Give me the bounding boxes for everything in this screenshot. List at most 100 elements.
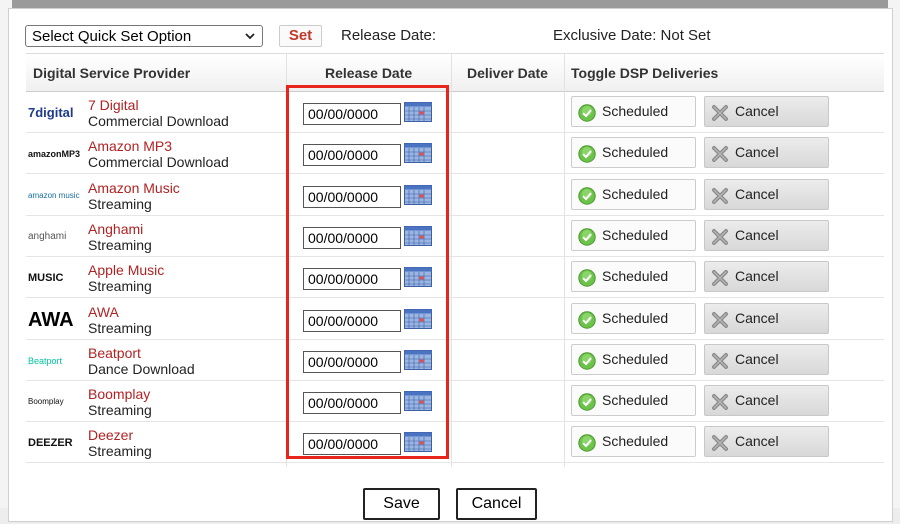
dsp-delivery-dialog: Select Quick Set Option Set Release Date… — [8, 8, 893, 522]
col-header-deliver-date: Deliver Date — [467, 65, 548, 81]
cancel-delivery-label: Cancel — [735, 103, 779, 119]
close-x-icon — [712, 311, 728, 328]
scheduled-label: Scheduled — [602, 309, 669, 326]
provider-type: Streaming — [88, 278, 152, 295]
scheduled-label: Scheduled — [602, 392, 669, 409]
check-circle-icon — [578, 228, 596, 246]
cancel-delivery-button[interactable]: Cancel — [704, 343, 829, 375]
release-date-input[interactable]: 00/00/0000 — [303, 350, 401, 373]
chevron-down-icon — [245, 33, 255, 40]
release-date-input[interactable]: 00/00/0000 — [303, 103, 401, 125]
provider-type: Commercial Download — [88, 113, 229, 129]
provider-type: Streaming — [88, 319, 152, 336]
scheduled-toggle-button[interactable]: Scheduled — [571, 137, 696, 169]
provider-type: Streaming — [88, 236, 152, 253]
close-x-icon — [712, 228, 728, 245]
scheduled-label: Scheduled — [602, 226, 669, 243]
release-date-input[interactable]: 00/00/0000 — [303, 392, 401, 415]
calendar-icon[interactable] — [404, 349, 432, 370]
scheduled-toggle-button[interactable]: Scheduled — [571, 261, 696, 293]
close-x-icon — [712, 435, 728, 452]
provider-logo-icon: DEEZER — [28, 437, 73, 450]
cancel-delivery-button[interactable]: Cancel — [704, 137, 829, 169]
provider-name[interactable]: Amazon MP3 — [88, 138, 172, 154]
scheduled-toggle-button[interactable]: Scheduled — [571, 426, 696, 458]
check-circle-icon — [578, 145, 596, 163]
provider-name[interactable]: Deezer — [88, 427, 133, 443]
provider-name[interactable]: Boomplay — [88, 386, 150, 402]
save-button[interactable]: Save — [363, 488, 440, 520]
cancel-delivery-label: Cancel — [735, 309, 779, 326]
provider-logo-icon: 7digital — [28, 105, 74, 120]
provider-logo-icon: amazon music — [28, 190, 80, 200]
scheduled-toggle-button[interactable]: Scheduled — [571, 219, 696, 251]
calendar-icon[interactable] — [404, 391, 432, 412]
cancel-delivery-label: Cancel — [735, 392, 779, 409]
cancel-delivery-label: Cancel — [735, 144, 779, 161]
table-row: anghami Anghami Streaming 00/00/0000 Sch… — [26, 216, 884, 257]
calendar-icon[interactable] — [404, 143, 432, 164]
quick-set-select[interactable]: Select Quick Set Option — [25, 25, 263, 47]
provider-name[interactable]: Beatport — [88, 345, 141, 361]
release-date-input[interactable]: 00/00/0000 — [303, 268, 401, 291]
scheduled-toggle-button[interactable]: Scheduled — [571, 178, 696, 210]
cancel-delivery-button[interactable]: Cancel — [704, 302, 829, 334]
table-row: 7digital 7 Digital Commercial Download 0… — [26, 92, 884, 133]
check-circle-icon — [578, 310, 596, 329]
table-row: Beatport Beatport Dance Download 00/00/0… — [26, 340, 884, 381]
table-header: Digital Service Provider Release Date De… — [26, 54, 884, 92]
provider-name[interactable]: 7 Digital — [88, 97, 139, 113]
check-circle-icon — [578, 434, 596, 453]
cancel-delivery-label: Cancel — [735, 268, 779, 285]
provider-logo-icon: amazonMP3 — [28, 149, 81, 160]
calendar-icon[interactable] — [404, 308, 432, 329]
calendar-icon[interactable] — [404, 225, 432, 246]
provider-name[interactable]: AWA — [88, 304, 119, 320]
release-date-label: Release Date: — [341, 27, 437, 44]
calendar-icon[interactable] — [404, 102, 432, 122]
cancel-delivery-label: Cancel — [735, 226, 779, 243]
provider-name[interactable]: Amazon Music — [88, 180, 180, 196]
scheduled-label: Scheduled — [602, 350, 669, 367]
cancel-delivery-button[interactable]: Cancel — [704, 96, 829, 127]
scheduled-toggle-button[interactable]: Scheduled — [571, 343, 696, 375]
provider-logo-icon: anghami — [28, 230, 67, 242]
table-row: AWA AWA Streaming 00/00/0000 Scheduled C… — [26, 299, 884, 340]
release-date-input[interactable]: 00/00/0000 — [303, 433, 401, 456]
provider-name[interactable]: Apple Music — [88, 262, 164, 278]
scheduled-label: Scheduled — [602, 144, 669, 161]
cancel-delivery-button[interactable]: Cancel — [704, 426, 829, 458]
check-circle-icon — [578, 104, 596, 122]
cancel-delivery-button[interactable]: Cancel — [704, 219, 829, 251]
provider-type: Commercial Download — [88, 154, 229, 171]
scheduled-toggle-button[interactable]: Scheduled — [571, 385, 696, 417]
cancel-delivery-button[interactable]: Cancel — [704, 385, 829, 417]
scheduled-label: Scheduled — [602, 268, 669, 285]
table-row: amazon music Amazon Music Streaming 00/0… — [26, 175, 884, 216]
cancel-delivery-label: Cancel — [735, 185, 779, 202]
release-date-input[interactable]: 00/00/0000 — [303, 144, 401, 167]
provider-type: Streaming — [88, 195, 152, 212]
release-date-input[interactable]: 00/00/0000 — [303, 309, 401, 332]
scheduled-toggle-button[interactable]: Scheduled — [571, 96, 696, 127]
cancel-delivery-button[interactable]: Cancel — [704, 261, 829, 293]
quick-set-value: Select Quick Set Option — [32, 27, 192, 45]
release-date-input[interactable]: 00/00/0000 — [303, 226, 401, 249]
toolbar: Select Quick Set Option Set Release Date… — [25, 25, 885, 47]
close-x-icon — [712, 270, 728, 287]
set-button[interactable]: Set — [279, 25, 322, 47]
provider-logo-icon: AWA — [28, 310, 74, 329]
provider-type: Streaming — [88, 443, 152, 460]
scheduled-label: Scheduled — [602, 433, 669, 450]
provider-type: Dance Download — [88, 360, 195, 377]
scheduled-toggle-button[interactable]: Scheduled — [571, 302, 696, 334]
cancel-delivery-button[interactable]: Cancel — [704, 178, 829, 210]
cancel-button[interactable]: Cancel — [456, 488, 537, 520]
calendar-icon[interactable] — [404, 267, 432, 288]
close-x-icon — [712, 187, 728, 204]
release-date-input[interactable]: 00/00/0000 — [303, 185, 401, 208]
check-circle-icon — [578, 269, 596, 287]
provider-name[interactable]: Anghami — [88, 221, 143, 237]
calendar-icon[interactable] — [404, 432, 432, 453]
calendar-icon[interactable] — [404, 184, 432, 205]
